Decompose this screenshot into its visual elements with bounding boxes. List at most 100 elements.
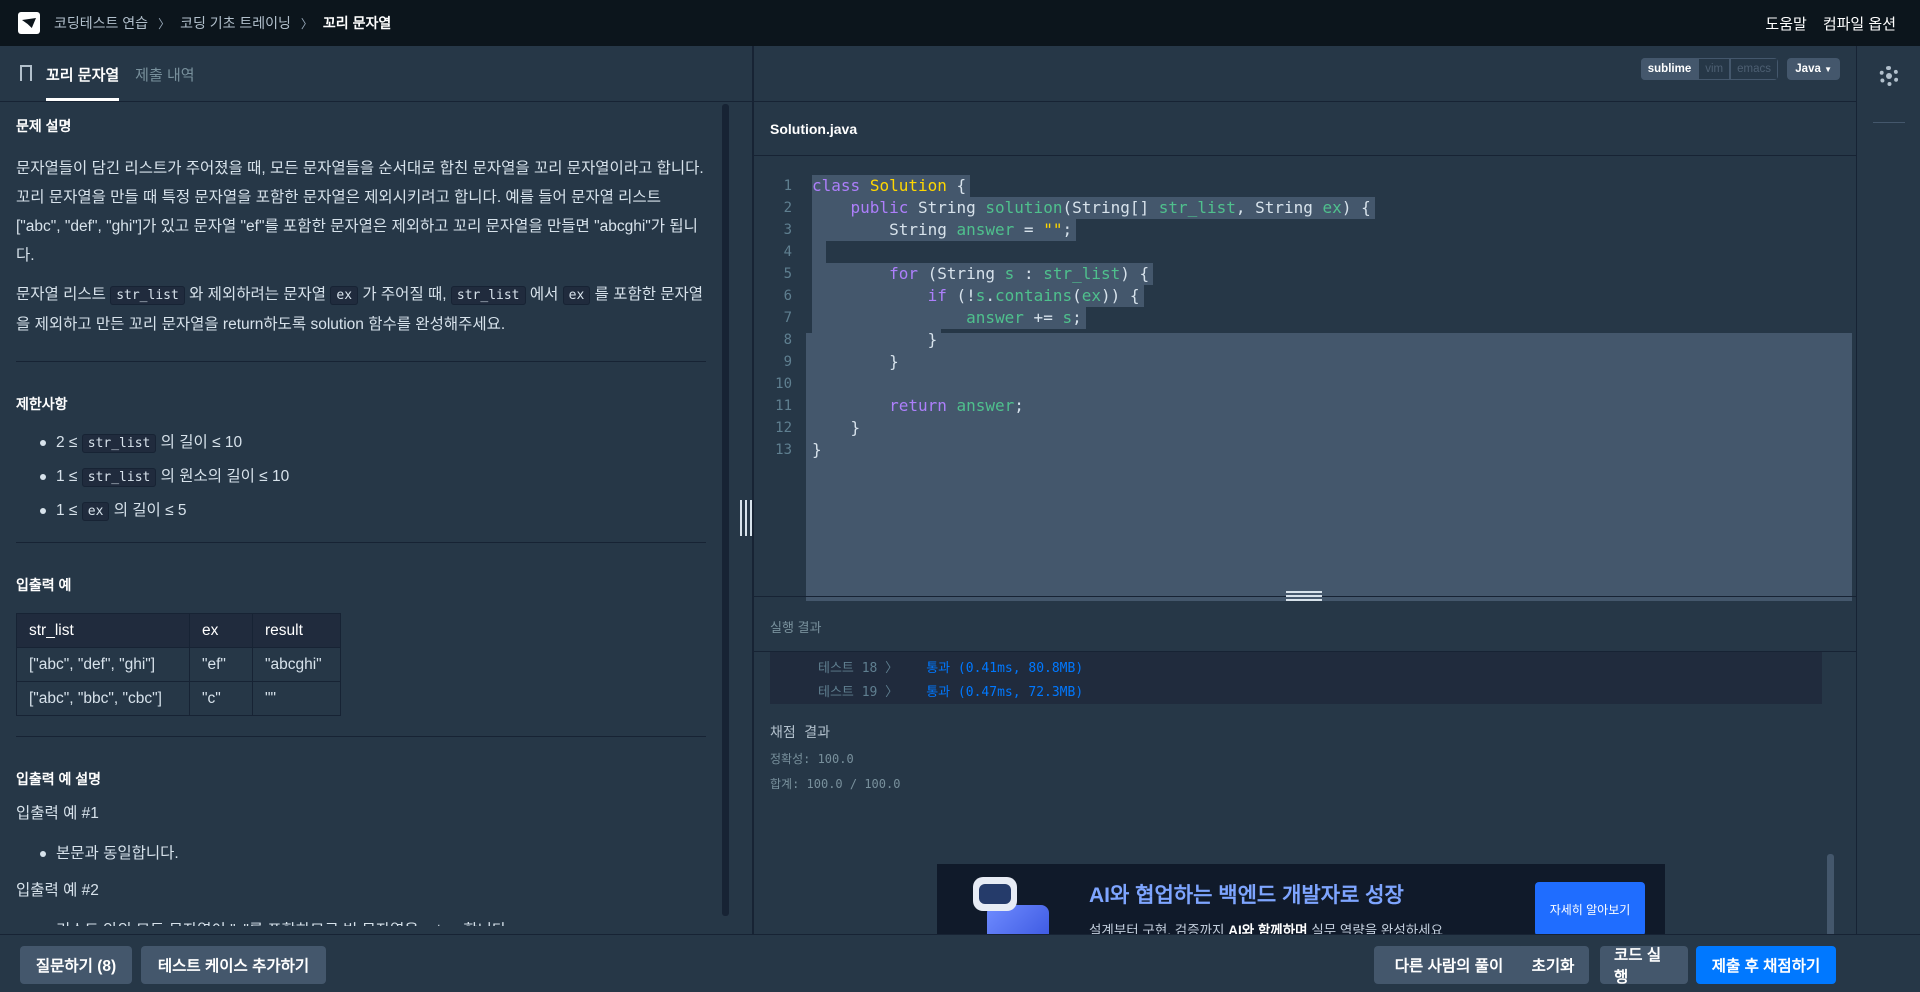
example-1-title: 입출력 예 #1 bbox=[16, 805, 99, 822]
keymap-selector: sublime vim emacs bbox=[1640, 58, 1778, 80]
code-line: 11 return answer; bbox=[754, 395, 1854, 417]
code-line: 1 class Solution { bbox=[754, 175, 1854, 197]
constraint-item: 1 ≤ str_list 의 원소의 길이 ≤ 10 bbox=[40, 460, 706, 494]
constraint-text: 2 ≤ bbox=[56, 434, 82, 451]
list-item: 본문과 동일합니다. bbox=[40, 837, 706, 870]
keymap-emacs[interactable]: emacs bbox=[1730, 58, 1778, 80]
code-editor[interactable]: 1 class Solution { 2 public String soluti… bbox=[754, 157, 1856, 601]
constraint-item: 2 ≤ str_list 의 길이 ≤ 10 bbox=[40, 426, 706, 460]
io-desc-heading: 입출력 예 설명 bbox=[16, 771, 102, 787]
line-number: 1 bbox=[783, 178, 792, 194]
submit-button[interactable]: 제출 후 채점하기 bbox=[1696, 946, 1836, 984]
inline-code: ex bbox=[562, 286, 591, 305]
line-number: 3 bbox=[783, 222, 792, 238]
others-solutions-button[interactable]: 다른 사람의 풀이 bbox=[1374, 946, 1524, 984]
example-1-list: 본문과 동일합니다. bbox=[16, 837, 706, 870]
inline-code: ex bbox=[81, 502, 110, 521]
code-text: } bbox=[812, 439, 826, 461]
chevron-right-icon: 〉 bbox=[158, 16, 171, 31]
constraint-text: 의 원소의 길이 ≤ 10 bbox=[156, 468, 290, 485]
editor-panel: sublime vim emacs Java ▼ Solution.java 1… bbox=[754, 46, 1856, 954]
code-text bbox=[812, 373, 826, 395]
code-text: public String solution(String[] str_list… bbox=[812, 197, 1375, 219]
grade-accuracy: 정확성: 100.0 bbox=[770, 752, 854, 766]
table-header-row: str_list ex result bbox=[16, 613, 341, 648]
grade-title: 채점 결과 bbox=[770, 725, 830, 741]
divider bbox=[16, 542, 706, 543]
line-number: 5 bbox=[783, 266, 792, 282]
code-line: 8 } bbox=[754, 329, 1854, 351]
line-number: 2 bbox=[783, 200, 792, 216]
compile-options-link[interactable]: 컴파일 옵션 bbox=[1823, 13, 1896, 34]
bookmark-icon[interactable] bbox=[20, 65, 32, 81]
tab-submissions[interactable]: 제출 내역 bbox=[135, 64, 194, 101]
code-line: 7 answer += s; bbox=[754, 307, 1854, 329]
file-tab[interactable]: Solution.java bbox=[754, 102, 1856, 156]
code-line: 10 bbox=[754, 373, 1854, 395]
gear-icon[interactable] bbox=[1879, 66, 1899, 86]
banner-text: AI와 협업하는 백엔드 개발자로 성장 설계부터 구현, 검증까지 AI와 함… bbox=[1089, 879, 1535, 939]
line-number: 6 bbox=[783, 288, 792, 304]
divider bbox=[16, 361, 706, 362]
breadcrumb-item-coding-test[interactable]: 코딩테스트 연습 bbox=[54, 13, 148, 33]
problem-panel: 꼬리 문자열 제출 내역 문제 설명 문자열들이 담긴 리스트가 주어졌을 때,… bbox=[0, 46, 752, 934]
constraint-text: 의 길이 ≤ 5 bbox=[109, 502, 187, 519]
keymap-vim[interactable]: vim bbox=[1698, 58, 1731, 80]
add-test-case-button[interactable]: 테스트 케이스 추가하기 bbox=[141, 946, 326, 984]
table-cell: ["abc", "bbc", "cbc"] bbox=[16, 681, 190, 716]
test-result-row: 테스트 18 〉 통과 (0.41ms, 80.8MB) bbox=[818, 657, 1083, 676]
caret-down-icon: ▼ bbox=[1824, 65, 1832, 74]
table-header: ex bbox=[189, 613, 253, 648]
code-line: 4 bbox=[754, 241, 1854, 263]
help-link[interactable]: 도움말 bbox=[1765, 13, 1806, 34]
language-label: Java bbox=[1795, 63, 1821, 75]
run-code-button[interactable]: 코드 실행 bbox=[1600, 946, 1688, 986]
desc-text: 문자열 리스트 bbox=[16, 286, 111, 303]
programmers-logo-icon[interactable] bbox=[18, 12, 40, 34]
keymap-sublime[interactable]: sublime bbox=[1640, 58, 1699, 80]
problem-scrollbar[interactable] bbox=[722, 104, 729, 916]
example-2-title: 입출력 예 #2 bbox=[16, 882, 99, 899]
line-number: 8 bbox=[783, 332, 792, 348]
constraint-text: 1 ≤ bbox=[56, 502, 82, 519]
learn-more-button[interactable]: 자세히 알아보기 bbox=[1535, 882, 1645, 936]
divider bbox=[1873, 122, 1905, 123]
test-status: 통과 (0.47ms, 72.3MB) bbox=[926, 685, 1084, 700]
inline-code: str_list bbox=[450, 286, 526, 305]
constraints-list: 2 ≤ str_list 의 길이 ≤ 10 1 ≤ str_list 의 원소… bbox=[16, 426, 706, 528]
breadcrumb: 코딩테스트 연습 〉 코딩 기초 트레이닝 〉 꼬리 문자열 bbox=[54, 13, 391, 33]
problem-tabs: 꼬리 문자열 제출 내역 bbox=[0, 46, 752, 102]
code-line: 6 if (!s.contains(ex)) { bbox=[754, 285, 1854, 307]
tab-problem[interactable]: 꼬리 문자열 bbox=[46, 64, 120, 101]
test-result-row: 테스트 19 〉 통과 (0.47ms, 72.3MB) bbox=[818, 681, 1083, 700]
line-number: 10 bbox=[775, 376, 792, 392]
desc-text: 가 주어질 때, bbox=[358, 286, 451, 303]
code-text: } bbox=[812, 417, 865, 439]
table-cell: "" bbox=[252, 681, 341, 716]
desc-paragraph-1: 문자열들이 담긴 리스트가 주어졌을 때, 모든 문자열들을 순서대로 합친 문… bbox=[16, 160, 704, 264]
language-dropdown[interactable]: Java ▼ bbox=[1787, 58, 1840, 80]
test-label: 테스트 18 〉 bbox=[818, 661, 899, 676]
constraint-text: 의 길이 ≤ 10 bbox=[156, 434, 243, 451]
inline-code: str_list bbox=[81, 468, 157, 487]
example-2-list: 리스트 안의 모든 문자열이 "c"를 포함하므로 빈 문자열을 return합… bbox=[16, 914, 706, 926]
code-text: } bbox=[812, 329, 942, 351]
code-line: 12 } bbox=[754, 417, 1854, 439]
resize-handle-icon[interactable] bbox=[1286, 591, 1322, 601]
line-number: 4 bbox=[783, 244, 792, 260]
inline-code: ex bbox=[330, 286, 359, 305]
settings-strip bbox=[1856, 46, 1920, 934]
breadcrumb-item-basic-training[interactable]: 코딩 기초 트레이닝 bbox=[180, 13, 291, 33]
table-row: ["abc", "def", "ghi"] "ef" "abcghi" bbox=[16, 647, 341, 682]
resize-handle-icon[interactable] bbox=[740, 500, 752, 536]
line-number: 7 bbox=[783, 310, 792, 326]
test-label: 테스트 19 〉 bbox=[818, 685, 899, 700]
ask-question-button[interactable]: 질문하기 (8) bbox=[20, 946, 132, 984]
table-cell: ["abc", "def", "ghi"] bbox=[16, 647, 190, 682]
table-row: ["abc", "bbc", "cbc"] "c" "" bbox=[16, 681, 341, 716]
desc-heading: 문제 설명 bbox=[16, 118, 72, 134]
reset-button[interactable]: 초기화 bbox=[1517, 946, 1589, 984]
code-text: for (String s : str_list) { bbox=[812, 263, 1154, 285]
table-cell: "c" bbox=[189, 681, 253, 716]
top-nav: 코딩테스트 연습 〉 코딩 기초 트레이닝 〉 꼬리 문자열 도움말 컴파일 옵… bbox=[0, 0, 1920, 46]
